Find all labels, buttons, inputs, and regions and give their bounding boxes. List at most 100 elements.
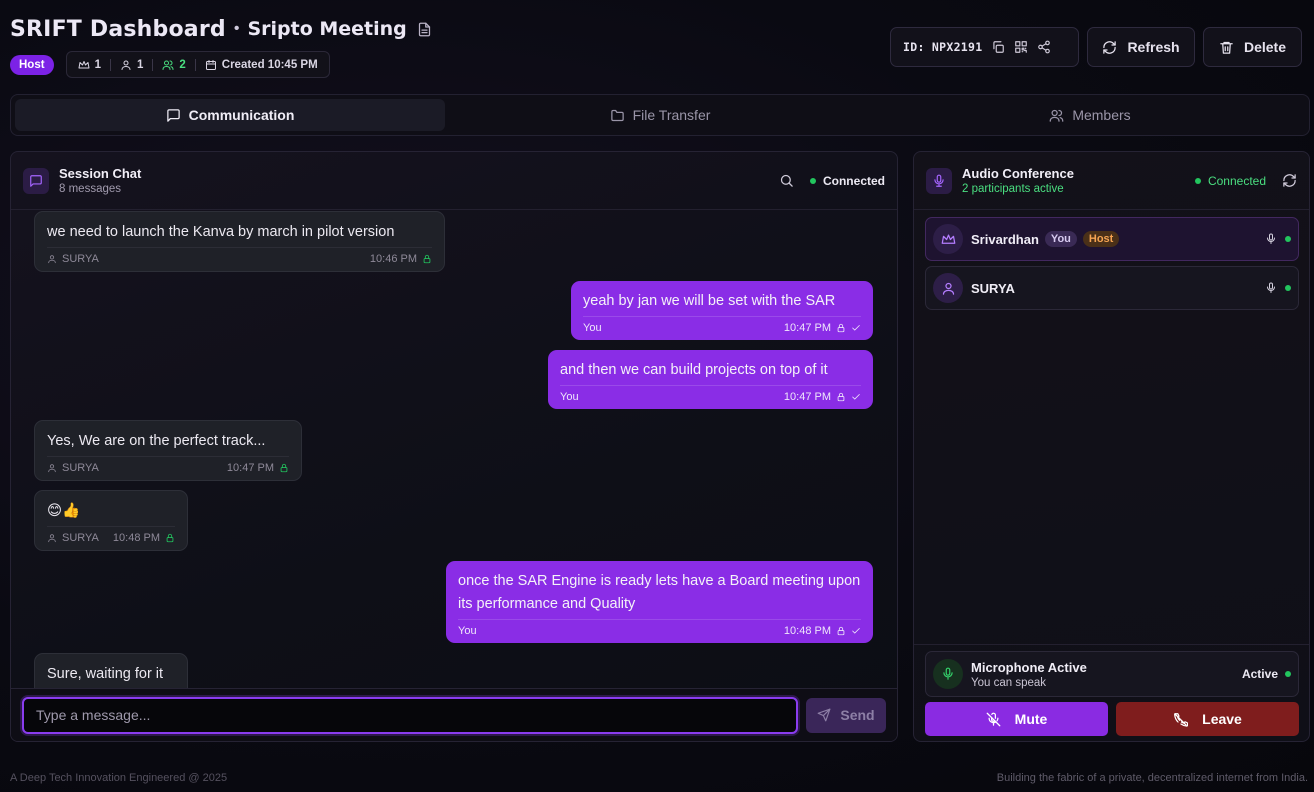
user-icon [47, 463, 57, 473]
microphone-active-indicator: Active [1242, 667, 1291, 681]
message-incoming: Yes, We are on the perfect track... SURY… [34, 420, 302, 481]
message-incoming: Sure, waiting for it [34, 653, 188, 691]
audio-status-label: Connected [1207, 173, 1266, 188]
participant-row[interactable]: Srivardhan You Host [925, 217, 1299, 261]
message-author: You [560, 391, 579, 403]
qr-code-icon[interactable] [1014, 40, 1028, 54]
message-author: SURYA [47, 462, 99, 474]
mute-button[interactable]: Mute [925, 702, 1108, 736]
tab-communication[interactable]: Communication [15, 99, 445, 131]
participant-count: 2 [162, 58, 186, 71]
participant-row[interactable]: SURYA [925, 266, 1299, 310]
host-badge: Host [1082, 231, 1120, 247]
refresh-button[interactable]: Refresh [1087, 27, 1195, 67]
message-text: yeah by jan we will be set with the SAR [583, 293, 836, 309]
lock-icon [165, 533, 175, 543]
status-dot [1285, 236, 1291, 242]
mute-label: Mute [1014, 711, 1048, 727]
participant-count-value: 2 [179, 58, 186, 71]
message-text: and then we can build projects on top of… [560, 362, 828, 378]
microphone-state: Active [1241, 667, 1278, 681]
title-separator: • [233, 20, 240, 37]
tab-file-transfer[interactable]: File Transfer [445, 99, 875, 131]
message-square-icon [166, 108, 181, 123]
participant-status [1265, 282, 1291, 294]
leave-button[interactable]: Leave [1116, 702, 1299, 736]
tab-label: Members [1072, 107, 1131, 123]
message-author: You [583, 322, 602, 334]
audio-connection-status: Connected [1194, 173, 1266, 188]
lock-icon [836, 392, 846, 402]
participant-name: Srivardhan [971, 231, 1039, 247]
message-footer: You 10:47 PM [583, 316, 861, 340]
users-icon [1049, 108, 1064, 123]
send-label: Send [840, 707, 875, 723]
audio-header-right: Connected [1194, 173, 1297, 188]
status-dot [1285, 285, 1291, 291]
message-input[interactable] [22, 696, 798, 734]
message-text: we need to launch the Kanva by march in … [47, 224, 395, 240]
check-icon [851, 392, 861, 402]
delete-button[interactable]: Delete [1203, 27, 1302, 67]
share-icon[interactable] [1037, 40, 1051, 54]
copy-icon[interactable] [991, 40, 1005, 54]
microphone-icon [1265, 233, 1277, 245]
header: SRIFT Dashboard • Sripto Meeting Host 1 … [10, 14, 1302, 80]
message-incoming: 😊👍 SURYA 10:48 PM [34, 490, 188, 551]
author-name: SURYA [62, 462, 99, 474]
send-button[interactable]: Send [806, 697, 886, 733]
user-icon [47, 533, 57, 543]
microphone-status-subtitle: You can speak [971, 676, 1047, 689]
lock-icon [836, 626, 846, 636]
user-count: 1 [120, 59, 143, 71]
crown-icon [78, 59, 90, 71]
chat-header-texts: Session Chat 8 messages [59, 166, 141, 195]
audio-header-texts: Audio Conference 2 participants active [962, 166, 1074, 195]
message-composer: Send [11, 688, 897, 741]
user-icon [120, 59, 132, 71]
refresh-icon[interactable] [1282, 173, 1297, 188]
send-icon [817, 708, 831, 722]
crown-icon [933, 224, 963, 254]
user-icon [47, 254, 57, 264]
chat-header-right: Connected [779, 173, 885, 188]
footer-mission: Building the fabric of a private, decent… [996, 772, 1308, 784]
session-id-box: ID: NPX2191 [890, 27, 1079, 67]
tab-members[interactable]: Members [875, 99, 1305, 131]
microphone-status-texts: Microphone Active You can speak [971, 660, 1087, 689]
microphone-icon [933, 659, 963, 689]
message-text: Sure, waiting for it [47, 666, 164, 682]
message-count: 8 messages [59, 183, 122, 195]
delete-label: Delete [1243, 39, 1287, 55]
message-outgoing: once the SAR Engine is ready lets have a… [446, 561, 873, 643]
you-badge: You [1044, 231, 1077, 247]
divider [194, 58, 196, 71]
message-footer: SURYA 10:46 PM [47, 247, 432, 271]
message-list[interactable]: we need to launch the Kanva by march in … [11, 210, 897, 691]
audio-header: Audio Conference 2 participants active C… [914, 152, 1309, 210]
microphone-icon [1265, 282, 1277, 294]
refresh-label: Refresh [1127, 39, 1180, 55]
microphone-status-section: Microphone Active You can speak Active [914, 644, 1309, 697]
document-icon[interactable] [417, 22, 432, 37]
message-time: 10:46 PM [369, 253, 417, 265]
status-dot [1285, 671, 1291, 677]
lock-icon [422, 254, 432, 264]
footer-tagline: A Deep Tech Innovation Engineered @ 2025 [10, 772, 228, 784]
app-title: SRIFT Dashboard [10, 16, 226, 42]
message-footer: SURYA 10:48 PM [47, 526, 175, 550]
check-icon [851, 626, 861, 636]
microphone-icon [926, 167, 952, 194]
message-footer: You 10:47 PM [560, 385, 861, 409]
chat-header: Session Chat 8 messages Connected [11, 152, 897, 210]
message-time: 10:47 PM [783, 322, 831, 334]
user-count-value: 1 [136, 58, 144, 71]
search-icon[interactable] [779, 173, 794, 188]
check-icon [851, 323, 861, 333]
calendar-icon [205, 59, 217, 71]
chat-title: Session Chat [59, 166, 142, 181]
session-chat-panel: Session Chat 8 messages Connected we nee… [10, 151, 898, 742]
message-meta: 10:47 PM [227, 462, 289, 474]
users-icon [162, 59, 174, 71]
message-meta: 10:46 PM [370, 253, 432, 265]
